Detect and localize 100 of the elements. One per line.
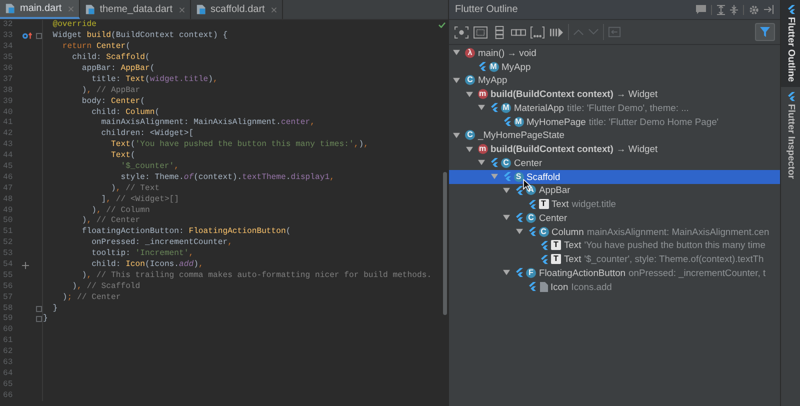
code-line: Widget build(BuildContext context) { [52, 32, 228, 40]
play-icon[interactable] [549, 26, 564, 38]
method-icon: m [478, 144, 488, 154]
outline-row[interactable]: T Text '$_counter', style: Theme.of(context).textTh [449, 252, 780, 266]
hide-panel-icon[interactable] [764, 5, 774, 14]
side-tab[interactable]: Flutter Inspector [781, 86, 800, 184]
list-icon[interactable] [530, 26, 545, 38]
code-line: '$_counter', [120, 162, 179, 172]
node-return-type: → Widget [616, 142, 658, 156]
class-icon: C [501, 158, 511, 168]
method-icon: λ [465, 48, 475, 58]
line-number: 54 [2, 260, 14, 270]
flutter-icon [786, 5, 794, 14]
text-widget-icon: T [551, 240, 561, 250]
outline-row[interactable]: λ main() → void [449, 46, 780, 60]
outline-row[interactable]: M MyHomePage title: 'Flutter Demo Home Page' [449, 114, 780, 128]
code-line: child: Column( [90, 108, 160, 117]
node-label: Text [564, 238, 582, 252]
line-number: 35 [2, 54, 14, 62]
collapse-icon[interactable] [730, 4, 738, 14]
line-number: 62 [2, 348, 14, 356]
side-tab-label: Flutter Inspector [784, 104, 798, 179]
line-number: 65 [2, 380, 14, 389]
fold-marker-icon[interactable] [36, 316, 42, 322]
outline-row[interactable]: m build(BuildContext context) → Widget [449, 142, 780, 156]
node-label: Center [514, 156, 542, 170]
file-tab[interactable]: scaffold.dart [190, 0, 283, 19]
code-line: style: Theme.of(context).textTheme.display1, [120, 174, 334, 182]
comment-icon[interactable] [696, 5, 706, 14]
code-line: } [52, 304, 58, 313]
class-icon: C [465, 130, 475, 140]
code-line: ), // This trailing comma makes auto-formatting nicer for build methods. [80, 272, 432, 280]
fold-marker-icon[interactable] [36, 306, 42, 312]
close-icon[interactable] [178, 6, 185, 12]
outline-row[interactable]: C _MyHomePageState [449, 128, 780, 142]
class-icon: M [514, 116, 524, 127]
outline-row[interactable]: M MaterialApp title: 'Flutter Demo', theme: ... [449, 101, 780, 115]
node-label: Column [552, 224, 584, 239]
code-line: onPressed: _incrementCounter, [90, 239, 232, 248]
code-line: Text( [110, 152, 136, 160]
outline-row[interactable]: T Text widget.title [449, 197, 780, 211]
file-tab[interactable]: main.dart [0, 0, 80, 19]
expanded-arrow-icon[interactable] [503, 269, 510, 276]
expanded-arrow-icon[interactable] [466, 90, 472, 98]
outline-row[interactable]: T Text 'You have pushed the button this many time [449, 238, 780, 252]
dart-file-icon [196, 4, 207, 15]
expanded-arrow-icon[interactable] [466, 146, 472, 153]
expanded-arrow-icon[interactable] [478, 159, 485, 166]
outline-row[interactable]: F FloatingActionButton onPressed: _incrementCounter, t [449, 266, 780, 280]
side-tab[interactable]: Flutter Outline [781, 0, 800, 87]
expand-icon[interactable] [717, 4, 725, 14]
node-label: FloatingActionButton [539, 266, 626, 280]
scrollbar-thumb[interactable] [443, 172, 447, 315]
node-detail: Icons.add [571, 280, 612, 294]
node-label: AppBar [539, 183, 570, 198]
outline-row[interactable]: M MyApp [449, 60, 780, 74]
line-number: 49 [2, 206, 14, 215]
expanded-arrow-icon[interactable] [453, 132, 460, 139]
line-number: 43 [2, 141, 14, 150]
expanded-arrow-icon[interactable] [516, 228, 522, 236]
focus-icon[interactable] [454, 26, 469, 38]
outline-row[interactable]: S Scaffold [449, 170, 780, 184]
node-detail: onPressed: _incrementCounter, t [628, 266, 766, 280]
line-number: 48 [2, 196, 14, 204]
node-label: main() → void [478, 46, 536, 60]
outline-row[interactable]: C MyApp [449, 74, 780, 88]
line-number: 41 [2, 119, 14, 128]
filter-icon [760, 27, 770, 37]
class-icon: M [488, 62, 498, 72]
settings-icon[interactable] [749, 4, 759, 14]
outline-row[interactable]: C Center [449, 156, 780, 170]
node-detail: '$_counter', style: Theme.of(context).textTh [584, 252, 764, 266]
expanded-arrow-icon[interactable] [503, 186, 510, 194]
node-detail: 'You have pushed the button this many time [584, 238, 766, 252]
outline-row[interactable]: C Column mainAxisAlignment: MainAxisAlignment.cen [449, 224, 780, 238]
class-icon: F [526, 268, 536, 278]
expanded-arrow-icon[interactable] [478, 104, 485, 112]
outline-row[interactable]: m build(BuildContext context) → Widget [449, 87, 780, 101]
expanded-arrow-icon[interactable] [453, 49, 460, 56]
outline-row[interactable]: C Center [449, 211, 780, 225]
line-number: 44 [2, 152, 14, 160]
line-number: 38 [2, 86, 14, 95]
code-line: ), // Text [110, 184, 160, 193]
line-number: 53 [2, 250, 14, 258]
expanded-arrow-icon[interactable] [453, 76, 460, 84]
code-line: children: <Widget>[ [100, 130, 194, 138]
outline-row[interactable]: Icon Icons.add [449, 280, 780, 294]
node-label: build(BuildContext context) [490, 87, 614, 102]
close-icon[interactable] [270, 6, 277, 12]
line-number: 51 [2, 228, 14, 236]
code-line: ), // Scaffold [71, 282, 140, 291]
file-tab[interactable]: theme_data.dart [80, 0, 191, 19]
line-number: 39 [2, 98, 14, 106]
expanded-arrow-icon[interactable] [503, 214, 510, 222]
padding-icon[interactable] [473, 26, 488, 38]
line-number: 45 [2, 162, 14, 172]
line-number: 64 [2, 370, 14, 378]
fold-marker-icon[interactable] [36, 33, 42, 40]
code-line: Text('You have pushed the button this many times:',), [110, 141, 368, 150]
filter-button[interactable] [755, 23, 775, 41]
